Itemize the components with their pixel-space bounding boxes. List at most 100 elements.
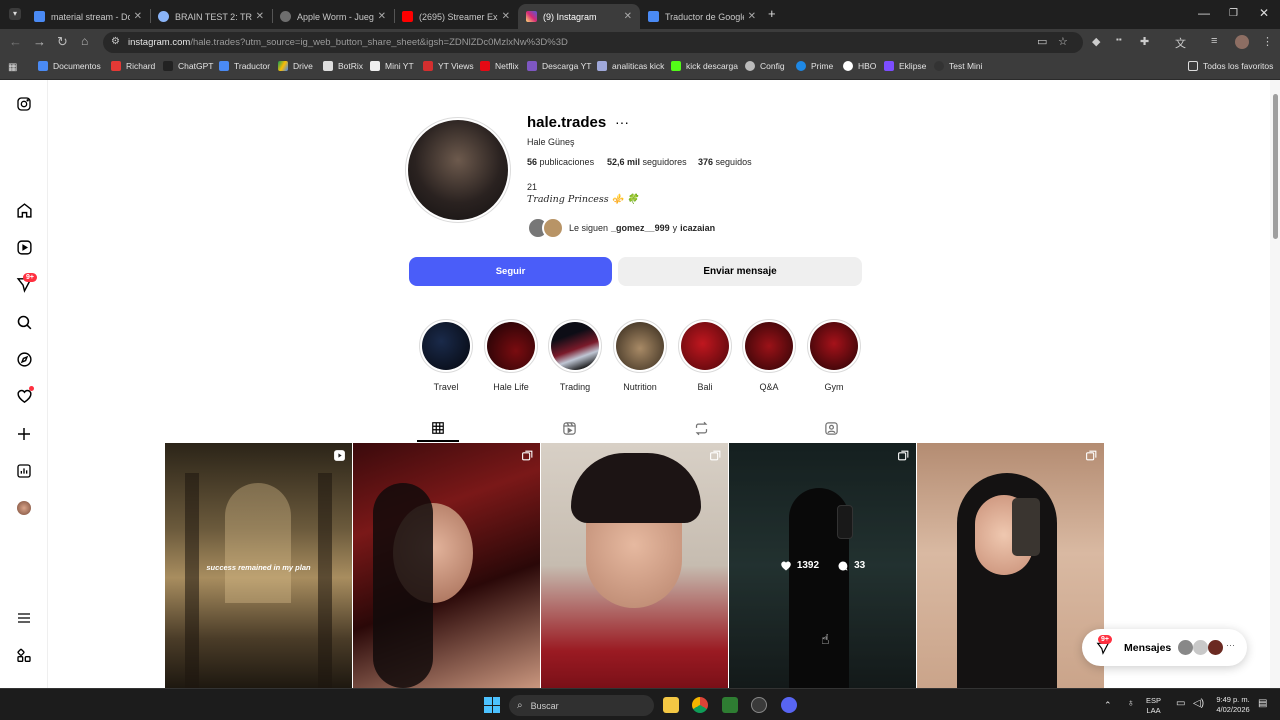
bookmark-item[interactable]: BotRix: [323, 61, 363, 71]
clock[interactable]: 9:49 p. m. 4/02/2026: [1212, 695, 1254, 715]
bookmark-item[interactable]: Config: [745, 61, 785, 71]
bookmark-item[interactable]: YT Views: [423, 61, 474, 71]
send-message-button[interactable]: Enviar mensaje: [618, 257, 862, 286]
taskbar-search[interactable]: ⌕ Buscar: [509, 695, 654, 716]
post-tile[interactable]: [917, 443, 1104, 688]
profile-picture[interactable]: [405, 117, 511, 223]
tab-posts-grid[interactable]: [428, 418, 448, 438]
dashboard-chart-icon[interactable]: [14, 461, 34, 481]
story-highlight[interactable]: Bali: [677, 319, 733, 392]
followers-link[interactable]: 52,6 mil seguidores: [607, 157, 687, 167]
scrollbar-thumb[interactable]: [1273, 94, 1278, 239]
reels-icon[interactable]: [14, 237, 34, 257]
post-tile[interactable]: 1392 33 ☝: [729, 443, 916, 688]
bookmark-item[interactable]: Mini YT: [370, 61, 414, 71]
reload-icon[interactable]: ↻: [57, 34, 68, 50]
apps-grid-icon[interactable]: ▦: [8, 62, 17, 73]
browser-tab[interactable]: BRAIN TEST 2: TRICK ✕: [150, 4, 272, 29]
back-icon[interactable]: ←: [9, 34, 22, 49]
more-menu-icon[interactable]: [14, 608, 34, 628]
bookmark-item[interactable]: HBO: [843, 61, 876, 71]
home-icon[interactable]: [14, 200, 34, 220]
extension-icon[interactable]: ▪▪: [1116, 35, 1122, 44]
instagram-logo-icon[interactable]: [14, 94, 34, 114]
bookmark-item[interactable]: kick descarga: [671, 61, 738, 71]
language-indicator[interactable]: ESP LAA: [1146, 696, 1161, 716]
translate-icon[interactable]: 文: [1175, 35, 1186, 51]
app-icon[interactable]: [722, 697, 738, 713]
also-from-meta-icon[interactable]: [14, 646, 34, 666]
microphone-icon[interactable]: ♁: [1127, 699, 1135, 709]
browser-tab-active[interactable]: (9) Instagram ✕: [518, 4, 640, 29]
mutual-follower-link[interactable]: _gomez__999: [611, 223, 670, 233]
tab-list-dropdown-icon[interactable]: ▾: [9, 8, 21, 20]
close-window-icon[interactable]: ✕: [1259, 6, 1269, 20]
install-app-icon[interactable]: ▭: [1037, 35, 1047, 48]
story-highlight[interactable]: Trading: [547, 319, 603, 392]
bookmark-item[interactable]: Prime: [796, 61, 833, 71]
close-tab-icon[interactable]: ✕: [624, 11, 632, 22]
profile-avatar[interactable]: [1235, 35, 1249, 49]
app-icon[interactable]: [751, 697, 767, 713]
explore-compass-icon[interactable]: [14, 349, 34, 369]
forward-icon[interactable]: →: [33, 34, 46, 49]
close-tab-icon[interactable]: ✕: [748, 11, 756, 22]
story-highlight[interactable]: Nutrition: [612, 319, 668, 392]
new-tab-icon[interactable]: +: [768, 6, 776, 21]
chrome-menu-icon[interactable]: ⋮: [1262, 35, 1273, 48]
bookmark-item[interactable]: Eklipse: [884, 61, 926, 71]
extension-icon[interactable]: ◆: [1092, 35, 1100, 48]
close-tab-icon[interactable]: ✕: [502, 11, 510, 22]
mutual-follower-link[interactable]: icazaian: [680, 223, 715, 233]
bookmark-item[interactable]: Test Mini: [934, 61, 983, 71]
browser-tab[interactable]: (2695) Streamer Expo ✕: [394, 4, 518, 29]
close-tab-icon[interactable]: ✕: [134, 11, 142, 22]
bookmark-item[interactable]: Descarga YT: [527, 61, 591, 71]
bookmark-item[interactable]: Drive: [278, 61, 313, 71]
notifications-heart-icon[interactable]: [14, 386, 34, 406]
browser-tab[interactable]: material stream - Do ✕: [26, 4, 150, 29]
close-tab-icon[interactable]: ✕: [378, 11, 386, 22]
bookmark-item[interactable]: ChatGPT: [163, 61, 213, 71]
windows-start-icon[interactable]: [484, 697, 500, 713]
media-controls-icon[interactable]: ≡: [1211, 35, 1217, 47]
create-plus-icon[interactable]: [14, 424, 34, 444]
post-tile[interactable]: [353, 443, 540, 688]
extensions-puzzle-icon[interactable]: ✚: [1140, 35, 1149, 48]
bookmark-item[interactable]: Traductor: [219, 61, 270, 71]
address-bar[interactable]: ⚙ instagram.com/hale.trades?utm_source=i…: [103, 32, 1083, 53]
tray-overflow-icon[interactable]: ⌃: [1104, 700, 1112, 710]
all-bookmarks-folder[interactable]: Todos los favoritos: [1188, 61, 1273, 71]
bookmark-item[interactable]: analiticas kick: [597, 61, 664, 71]
story-highlight[interactable]: Q&A: [741, 319, 797, 392]
tab-reels[interactable]: [559, 418, 579, 438]
search-icon[interactable]: [14, 312, 34, 332]
story-highlight[interactable]: Gym: [806, 319, 862, 392]
home-icon[interactable]: ⌂: [81, 34, 88, 48]
story-highlight[interactable]: Hale Life: [483, 319, 539, 392]
story-highlight[interactable]: Travel: [418, 319, 474, 392]
following-link[interactable]: 376 seguidos: [698, 157, 752, 167]
minimize-icon[interactable]: —: [1198, 6, 1210, 20]
bookmark-item[interactable]: Documentos: [38, 61, 101, 71]
post-tile[interactable]: [541, 443, 728, 688]
follow-button[interactable]: Seguir: [409, 257, 612, 286]
file-explorer-icon[interactable]: [663, 697, 679, 713]
browser-tab[interactable]: Apple Worm - Juega ✕: [272, 4, 394, 29]
tab-reposts[interactable]: [691, 418, 711, 438]
tab-tagged[interactable]: [821, 418, 841, 438]
followed-by[interactable]: Le siguen _gomez__999 y icazaian: [527, 217, 715, 239]
volume-icon[interactable]: ◁): [1193, 699, 1204, 709]
profile-avatar[interactable]: [14, 498, 34, 518]
network-icon[interactable]: ▭: [1176, 699, 1185, 709]
messages-pill[interactable]: 9+ Mensajes ···: [1082, 629, 1247, 666]
more-options-icon[interactable]: ···: [615, 114, 629, 130]
chrome-icon[interactable]: [692, 697, 708, 713]
site-info-icon[interactable]: ⚙: [111, 36, 120, 47]
close-tab-icon[interactable]: ✕: [256, 11, 264, 22]
bookmark-item[interactable]: Richard: [111, 61, 155, 71]
browser-tab[interactable]: Traductor de Google ✕: [640, 4, 764, 29]
discord-icon[interactable]: [781, 697, 797, 713]
notifications-icon[interactable]: ▤: [1258, 699, 1267, 709]
bookmark-item[interactable]: Netflix: [480, 61, 519, 71]
